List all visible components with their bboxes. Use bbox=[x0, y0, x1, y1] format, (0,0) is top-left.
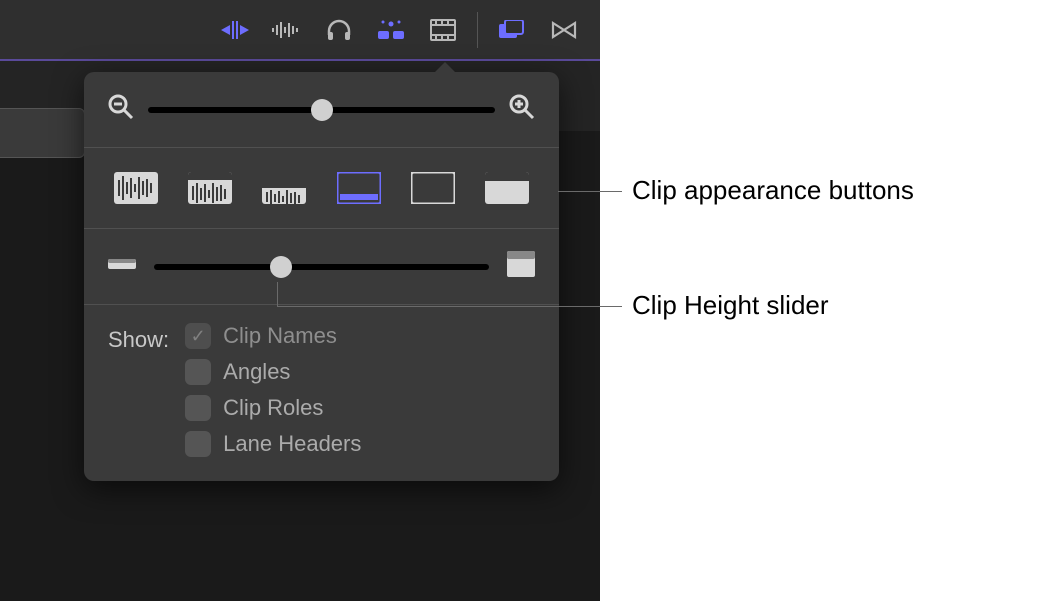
show-clip-names-label: Clip Names bbox=[223, 323, 337, 349]
zoom-out-icon[interactable] bbox=[108, 94, 134, 125]
annotation-leader-height bbox=[277, 282, 278, 306]
appearance-waveform-large[interactable] bbox=[182, 170, 238, 206]
annotation-line-height bbox=[277, 306, 622, 307]
show-angles-checkbox[interactable] bbox=[185, 359, 211, 385]
clip-height-slider[interactable] bbox=[154, 257, 489, 277]
appearance-icon[interactable] bbox=[367, 10, 415, 50]
appearance-bar-waveform[interactable] bbox=[331, 170, 387, 206]
clip-height-section bbox=[84, 229, 559, 305]
show-lane-headers-checkbox[interactable] bbox=[185, 431, 211, 457]
show-clip-names-row: Clip Names bbox=[185, 323, 361, 349]
appearance-filmstrip-waveform[interactable] bbox=[405, 170, 461, 206]
audio-waveform-icon[interactable] bbox=[263, 10, 311, 50]
clip-height-large-icon bbox=[507, 251, 535, 282]
show-label: Show: bbox=[108, 323, 169, 457]
appearance-waveform-only[interactable] bbox=[108, 170, 164, 206]
show-angles-label: Angles bbox=[223, 359, 290, 385]
zoom-slider[interactable] bbox=[148, 100, 495, 120]
show-clip-roles-label: Clip Roles bbox=[223, 395, 323, 421]
windows-icon[interactable] bbox=[488, 10, 536, 50]
bowtie-icon[interactable] bbox=[540, 10, 588, 50]
popover-arrow bbox=[433, 62, 457, 74]
toolbar-separator bbox=[477, 12, 478, 48]
appearance-section bbox=[84, 148, 559, 229]
show-lane-headers-label: Lane Headers bbox=[223, 431, 361, 457]
show-section: Show: Clip Names Angles Clip Roles Lane … bbox=[84, 305, 559, 481]
clip-appearance-popover: Show: Clip Names Angles Clip Roles Lane … bbox=[84, 72, 559, 481]
annotation-appearance-text: Clip appearance buttons bbox=[632, 175, 914, 206]
show-lane-headers-row: Lane Headers bbox=[185, 431, 361, 457]
show-clip-names-checkbox[interactable] bbox=[185, 323, 211, 349]
clip-height-small-icon bbox=[108, 255, 136, 278]
top-toolbar bbox=[0, 0, 600, 60]
zoom-section bbox=[84, 72, 559, 148]
trim-icon[interactable] bbox=[211, 10, 259, 50]
filmstrip-icon[interactable] bbox=[419, 10, 467, 50]
show-angles-row: Angles bbox=[185, 359, 361, 385]
show-clip-roles-row: Clip Roles bbox=[185, 395, 361, 421]
timeline-index-tab[interactable] bbox=[0, 108, 85, 158]
show-clip-roles-checkbox[interactable] bbox=[185, 395, 211, 421]
headphones-icon[interactable] bbox=[315, 10, 363, 50]
zoom-in-icon[interactable] bbox=[509, 94, 535, 125]
annotation-line-appearance bbox=[558, 191, 622, 192]
appearance-waveform-small[interactable] bbox=[256, 170, 312, 206]
annotation-height-text: Clip Height slider bbox=[632, 290, 829, 321]
appearance-filmstrip-only[interactable] bbox=[479, 170, 535, 206]
